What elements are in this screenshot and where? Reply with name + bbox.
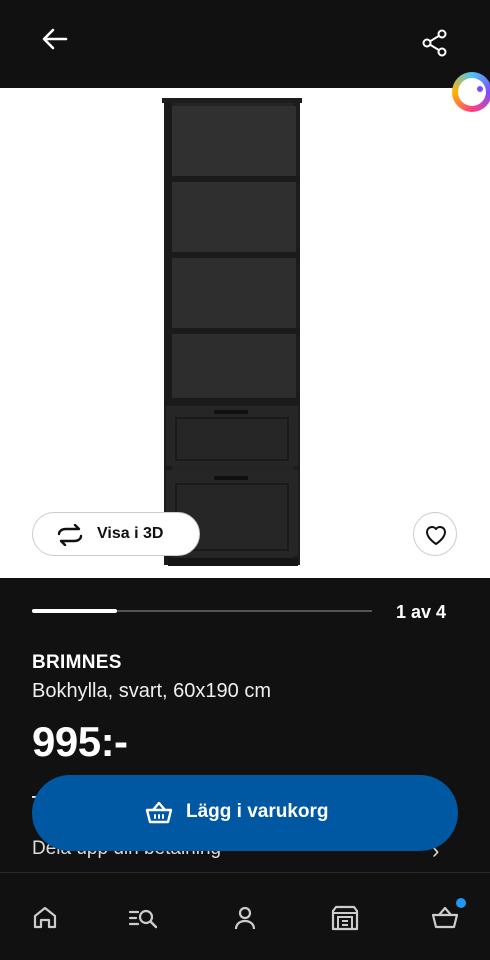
view-3d-button[interactable]: Visa i 3D <box>32 512 200 556</box>
share-icon[interactable] <box>420 28 450 58</box>
add-to-cart-label: Lägg i varukorg <box>186 801 329 822</box>
home-icon[interactable] <box>30 903 60 933</box>
product-price: 995:- <box>32 718 128 765</box>
view-3d-label: Visa i 3D <box>97 525 164 542</box>
profile-icon[interactable] <box>230 903 260 933</box>
cart-badge <box>456 898 466 908</box>
basket-icon <box>145 801 173 824</box>
arrow-left-icon[interactable] <box>38 22 72 56</box>
product-description: Bokhylla, svart, 60x190 cm <box>32 680 271 702</box>
product-image-gallery[interactable] <box>0 88 490 578</box>
product-image <box>162 98 302 566</box>
gallery-progress-fill <box>32 609 117 613</box>
gallery-progress-bar <box>32 609 372 613</box>
store-icon[interactable] <box>330 903 360 933</box>
assistant-orb-icon[interactable] <box>452 72 490 112</box>
rotate-3d-icon <box>57 524 83 546</box>
basket-icon[interactable] <box>430 903 460 933</box>
search-products-icon[interactable] <box>128 903 158 933</box>
add-to-cart-button[interactable]: Lägg i varukorg <box>32 775 458 851</box>
favorite-button[interactable] <box>413 512 457 556</box>
top-app-bar <box>0 0 490 88</box>
product-name: BRIMNES <box>32 652 122 673</box>
heart-icon <box>426 526 446 545</box>
gallery-page-counter: 1 av 4 <box>395 602 446 622</box>
bottom-navigation <box>0 872 490 960</box>
